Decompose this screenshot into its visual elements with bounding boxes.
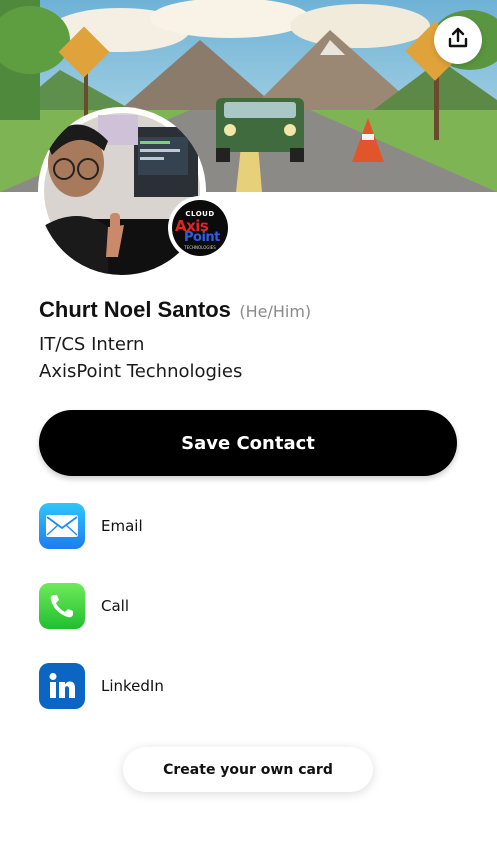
create-card-button[interactable]: Create your own card	[123, 747, 373, 792]
email-icon	[39, 503, 85, 549]
profile-company: AxisPoint Technologies	[39, 361, 243, 382]
email-label: Email	[101, 517, 143, 535]
company-logo-mark: CLOUD Axis Point TECHNOLOGIES	[172, 200, 228, 256]
profile-name: Churt Noel Santos	[39, 297, 231, 322]
phone-icon	[39, 583, 85, 629]
logo-text-technologies: TECHNOLOGIES	[184, 245, 216, 250]
linkedin-label: LinkedIn	[101, 677, 164, 695]
name-row: Churt Noel Santos (He/Him)	[39, 297, 311, 323]
call-link[interactable]: Call	[39, 583, 339, 629]
share-upload-icon	[447, 27, 469, 54]
linkedin-icon	[39, 663, 85, 709]
call-label: Call	[101, 597, 130, 615]
share-button[interactable]	[434, 16, 482, 64]
logo-text-point: Point	[184, 230, 220, 245]
linkedin-link[interactable]: LinkedIn	[39, 663, 339, 709]
profile-pronouns: (He/Him)	[239, 302, 312, 321]
profile-title: IT/CS Intern	[39, 334, 145, 355]
save-contact-button[interactable]: Save Contact	[39, 410, 457, 476]
company-logo: CLOUD Axis Point TECHNOLOGIES	[168, 196, 232, 260]
email-link[interactable]: Email	[39, 503, 339, 549]
